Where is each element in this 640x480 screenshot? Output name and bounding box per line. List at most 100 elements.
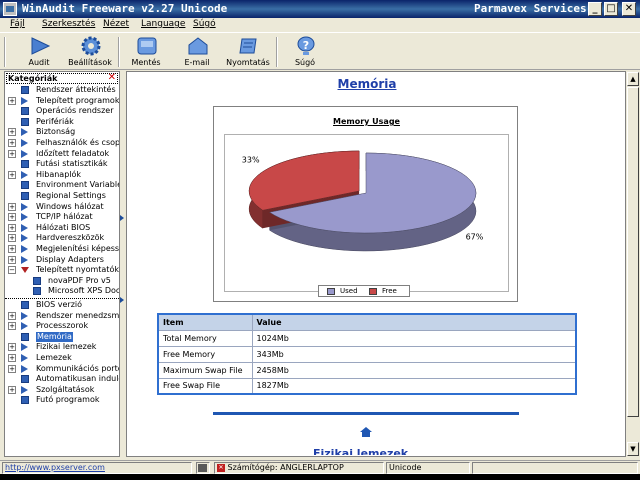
- scroll-thumb[interactable]: [627, 87, 639, 417]
- arrow-right-icon: [21, 385, 29, 394]
- tree-item[interactable]: + Telepített programok: [5, 96, 119, 106]
- toolbar-separator: [118, 37, 120, 67]
- expand-icon[interactable]: +: [8, 311, 16, 320]
- expand-icon[interactable]: +: [8, 213, 16, 222]
- tree-item[interactable]: + Display Adapters: [5, 255, 119, 265]
- scroll-up-button[interactable]: ▲: [627, 72, 639, 86]
- tree-item[interactable]: + Processzorok: [5, 321, 119, 331]
- category-icon: [21, 301, 29, 309]
- title-bar[interactable]: WinAudit Freeware v2.27 Unicode Parmavex…: [0, 0, 640, 18]
- tree-item[interactable]: − Telepített nyomtatók: [5, 265, 119, 275]
- tree-item-label: Processzorok: [36, 321, 89, 331]
- tree-item[interactable]: Microsoft XPS Document Writer: [5, 286, 119, 296]
- print-button[interactable]: Nyomtatás: [225, 35, 271, 69]
- expand-icon[interactable]: +: [8, 149, 16, 158]
- expand-icon[interactable]: +: [8, 354, 16, 362]
- tree-item[interactable]: Futó programok: [5, 395, 119, 405]
- home-icon[interactable]: [360, 427, 372, 437]
- tree-item[interactable]: + Fizikai lemezek: [5, 342, 119, 352]
- close-button[interactable]: ✕: [622, 2, 636, 16]
- settings-label: Beállítások: [68, 58, 112, 67]
- expand-icon[interactable]: +: [8, 234, 16, 243]
- menu-edit[interactable]: Szerkesztés: [42, 19, 95, 29]
- gear-icon: [81, 36, 101, 56]
- expand-icon[interactable]: +: [8, 128, 16, 137]
- tree-item[interactable]: Perifériák: [5, 117, 119, 127]
- memory-usage-chart: Memory Usage 67% 33% Used Free: [213, 106, 518, 302]
- tree-item[interactable]: Automatikusan induló programok: [5, 374, 119, 384]
- toolbar-grip: [4, 37, 6, 67]
- save-button[interactable]: Mentés: [123, 35, 169, 69]
- computer-name: ✕ Számítógép: ANGLERLAPTOP: [214, 462, 384, 474]
- collapse-icon[interactable]: −: [8, 266, 16, 275]
- app-window: WinAudit Freeware v2.27 Unicode Parmavex…: [0, 0, 640, 480]
- tree-item[interactable]: + Hibanaplók: [5, 169, 119, 180]
- expand-icon[interactable]: +: [8, 385, 16, 394]
- menu-file[interactable]: Fájl: [10, 19, 25, 29]
- next-section-heading[interactable]: Fizikai lemezek: [313, 447, 408, 455]
- arrow-right-icon: [21, 213, 29, 222]
- expand-icon[interactable]: +: [8, 245, 16, 253]
- tree-item[interactable]: + Megjelenítési képességek: [5, 244, 119, 254]
- category-icon: [21, 117, 29, 126]
- expand-icon[interactable]: +: [8, 139, 16, 147]
- arrow-right-icon: [21, 202, 29, 211]
- tree-item[interactable]: + Felhasználók és csoportok: [5, 138, 119, 148]
- tree-item[interactable]: + Windows hálózat: [5, 202, 119, 212]
- minimize-button[interactable]: _: [588, 2, 602, 16]
- status-panel-empty: [472, 462, 638, 474]
- tree-item[interactable]: + Szolgáltatások: [5, 385, 119, 395]
- tree-item[interactable]: + Biztonság: [5, 127, 119, 137]
- expand-icon[interactable]: +: [8, 364, 16, 373]
- maximize-button[interactable]: □: [604, 2, 618, 16]
- tree-item[interactable]: novaPDF Pro v5: [5, 276, 119, 286]
- tree-item[interactable]: Rendszer áttekintés: [5, 85, 119, 95]
- tree-item[interactable]: + Lemezek: [5, 353, 119, 363]
- table-cell: Total Memory: [157, 329, 253, 347]
- tree-item[interactable]: + TCP/IP hálózat: [5, 212, 119, 222]
- tree-item[interactable]: Memória: [5, 331, 119, 342]
- category-icon: [21, 86, 29, 94]
- tree-item[interactable]: Operációs rendszer: [5, 106, 119, 116]
- tree-item[interactable]: BIOS verzió: [5, 300, 119, 310]
- arrow-down-icon: [21, 266, 29, 274]
- vertical-scrollbar[interactable]: ▲ ▼: [626, 71, 640, 457]
- help-button[interactable]: ? Súgó: [282, 35, 328, 69]
- expand-icon[interactable]: +: [8, 96, 16, 105]
- expand-icon[interactable]: +: [8, 255, 16, 264]
- menu-language[interactable]: Language: [141, 19, 185, 29]
- app-icon[interactable]: [3, 2, 17, 16]
- website-link[interactable]: http://www.pxserver.com: [2, 462, 192, 474]
- tree-item[interactable]: Futási statisztikák: [5, 159, 119, 169]
- tree-item[interactable]: + Hálózati BIOS: [5, 222, 119, 233]
- tree-item[interactable]: + Hardvereszközök: [5, 233, 119, 243]
- expand-icon[interactable]: +: [8, 170, 16, 179]
- category-tree-title: Kategóriák: [8, 74, 58, 83]
- tree-item[interactable]: + Időzített feladatok: [5, 149, 119, 159]
- menu-view[interactable]: Nézet: [103, 19, 129, 29]
- settings-button[interactable]: Beállítások: [67, 35, 113, 69]
- email-button[interactable]: E-mail: [174, 35, 220, 69]
- tree-item[interactable]: Environment Variables: [5, 180, 119, 190]
- table-row: Total Memory 1024Mb: [157, 329, 577, 347]
- category-icon: [21, 107, 29, 116]
- page-title[interactable]: Memória: [127, 77, 607, 91]
- menu-help[interactable]: Súgó: [193, 19, 216, 29]
- audit-button[interactable]: Audit: [16, 35, 62, 69]
- table-cell: Free Swap File: [157, 377, 253, 395]
- tree-item-label: Hibanaplók: [36, 169, 82, 179]
- tree-item-label: Hálózati BIOS: [36, 222, 91, 232]
- scroll-down-button[interactable]: ▼: [627, 442, 639, 456]
- tree-item-label: Operációs rendszer: [36, 106, 114, 116]
- expand-icon[interactable]: +: [8, 223, 16, 232]
- category-tree[interactable]: Kategóriák ✕ Rendszer áttekintés + Telepít…: [4, 71, 120, 457]
- tree-item[interactable]: Regional Settings: [5, 191, 119, 201]
- close-panel-icon[interactable]: ✕: [108, 73, 116, 83]
- tree-item[interactable]: + Rendszer menedzsment: [5, 311, 119, 321]
- report-view[interactable]: Memória Memory Usage 67% 33% Used Free It…: [126, 71, 626, 457]
- tree-item-label: BIOS verzió: [36, 300, 83, 309]
- tree-item[interactable]: + Kommunikációs portok: [5, 364, 119, 374]
- expand-icon[interactable]: +: [8, 322, 16, 331]
- expand-icon[interactable]: +: [8, 343, 16, 352]
- expand-icon[interactable]: +: [8, 202, 16, 211]
